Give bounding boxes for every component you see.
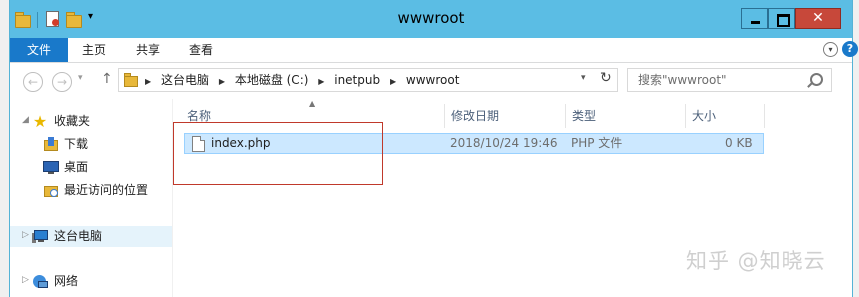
explorer-window: ▾ wwwroot ✕ 文件 主页 共享 查看 ▾ ? ← → ▾ ↑ ▶ 这台… [9, 0, 858, 297]
network-icon [32, 274, 48, 289]
up-button[interactable]: ↑ [101, 71, 113, 87]
nav-item-label: 桌面 [64, 160, 89, 174]
nav-item-label: 收藏夹 [54, 114, 91, 128]
nav-item-label: 这台电脑 [54, 229, 103, 243]
help-icon[interactable]: ? [842, 41, 858, 57]
expand-arrow-icon[interactable]: ▷ [22, 230, 29, 240]
search-box[interactable]: 搜索"wwwroot" [627, 68, 832, 92]
address-dropdown-icon[interactable]: ▾ [581, 73, 586, 83]
chevron-right-icon: ▶ [145, 77, 152, 86]
tab-home[interactable]: 主页 [82, 38, 106, 62]
address-row: ← → ▾ ↑ ▶ 这台电脑 ▶ 本地磁盘 (C:) ▶ inetpub ▶ w… [10, 63, 852, 99]
tab-view[interactable]: 查看 [189, 38, 213, 62]
minimize-button[interactable] [741, 8, 768, 29]
tab-share[interactable]: 共享 [136, 38, 160, 62]
file-modified-date: 2018/10/24 19:46 [450, 136, 558, 150]
folder-icon [124, 73, 138, 87]
nav-item-this-pc[interactable]: ▷ 这台电脑 [10, 226, 172, 247]
recent-locations-icon[interactable]: ▾ [78, 73, 83, 83]
window-title: wwwroot [397, 9, 465, 27]
breadcrumb-item[interactable]: inetpub [334, 73, 380, 87]
watermark-text: 知乎 @知晓云 [686, 249, 826, 273]
nav-item-desktop[interactable]: 桌面 [10, 157, 172, 178]
nav-item-network[interactable]: ▷ 网络 [10, 271, 172, 292]
file-type: PHP 文件 [571, 136, 623, 150]
file-size: 0 KB [725, 136, 753, 150]
column-header-date-modified[interactable]: 修改日期 [445, 104, 566, 128]
breadcrumb-item[interactable]: 本地磁盘 (C:) [235, 73, 309, 87]
navigation-pane: ◢ ★ 收藏夹 下载 桌面 最近访问的位置 ▷ 这台电脑 ▷ 网络 [10, 99, 172, 297]
file-list: ▲ 名称 修改日期 类型 大小 index.php 2018/10/24 19:… [173, 99, 852, 297]
desktop-icon [43, 160, 59, 175]
address-bar[interactable]: ▶ 这台电脑 ▶ 本地磁盘 (C:) ▶ inetpub ▶ wwwroot ▾… [118, 68, 618, 92]
maximize-button[interactable] [768, 8, 795, 29]
back-button[interactable]: ← [23, 72, 43, 92]
chevron-right-icon: ▶ [389, 77, 397, 86]
expand-arrow-icon[interactable]: ▷ [22, 275, 29, 285]
search-placeholder: 搜索"wwwroot" [638, 73, 727, 87]
maximize-icon [777, 14, 790, 27]
tab-file[interactable]: 文件 [10, 38, 68, 62]
nav-item-label: 最近访问的位置 [64, 183, 149, 197]
background-window-edge-left [0, 0, 9, 297]
title-bar: ▾ wwwroot ✕ [10, 0, 852, 38]
star-icon: ★ [32, 112, 48, 131]
refresh-icon[interactable]: ↻ [600, 70, 612, 86]
column-header-size[interactable]: 大小 [686, 104, 765, 128]
chevron-right-icon: ▶ [318, 77, 325, 86]
recent-places-icon [43, 183, 59, 198]
nav-item-label: 网络 [54, 274, 79, 288]
nav-item-downloads[interactable]: 下载 [10, 134, 172, 155]
downloads-folder-icon [43, 137, 59, 152]
close-icon: ✕ [812, 10, 824, 26]
ribbon-expand-icon[interactable]: ▾ [823, 42, 838, 57]
breadcrumb-item[interactable]: 这台电脑 [161, 73, 209, 87]
nav-item-recent-places[interactable]: 最近访问的位置 [10, 180, 172, 201]
expand-arrow-icon[interactable]: ◢ [22, 115, 29, 125]
annotation-highlight-box [173, 122, 383, 185]
nav-item-favorites[interactable]: ◢ ★ 收藏夹 [10, 111, 172, 132]
ribbon-tabs: 文件 主页 共享 查看 ▾ ? [10, 38, 858, 63]
breadcrumb: ▶ 这台电脑 ▶ 本地磁盘 (C:) ▶ inetpub ▶ wwwroot [145, 69, 465, 91]
close-button[interactable]: ✕ [795, 8, 841, 29]
chevron-right-icon: ▶ [218, 77, 225, 86]
minimize-icon [751, 21, 760, 24]
search-icon[interactable] [810, 73, 823, 86]
forward-button[interactable]: → [52, 72, 72, 92]
breadcrumb-item[interactable]: wwwroot [406, 73, 460, 87]
column-header-type[interactable]: 类型 [566, 104, 686, 128]
computer-icon [32, 229, 48, 244]
nav-item-label: 下载 [64, 137, 89, 151]
